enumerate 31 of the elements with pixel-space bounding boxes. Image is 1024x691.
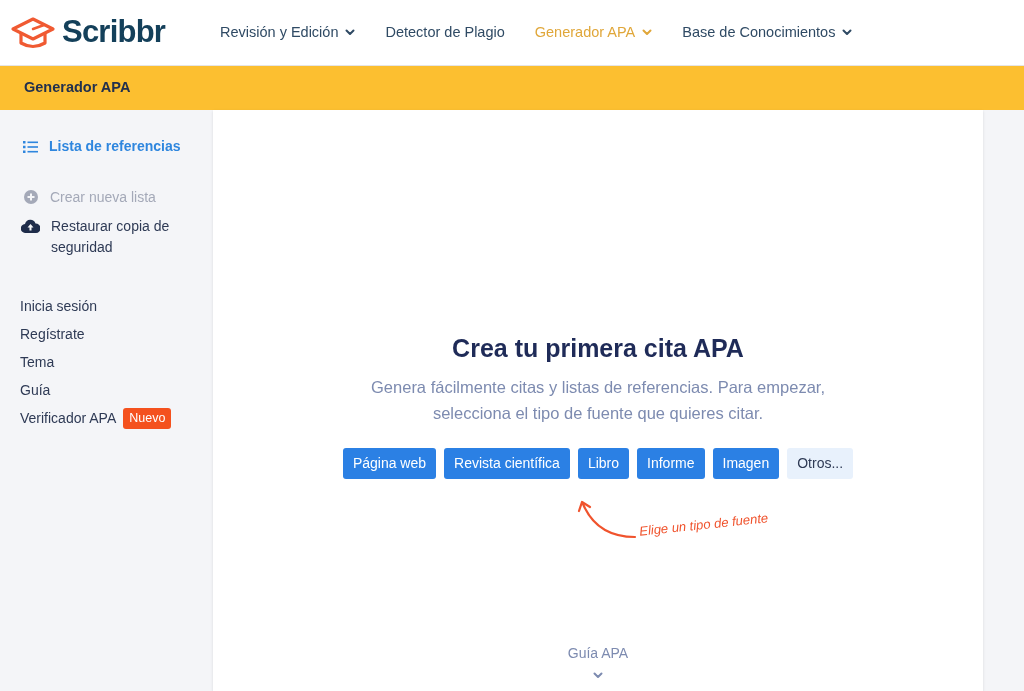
source-type-button[interactable]: Página web — [342, 447, 437, 479]
curved-arrow-drawing — [577, 498, 638, 541]
chevron-down-icon — [642, 29, 653, 36]
chevron-down-icon — [842, 29, 853, 36]
nav-link[interactable]: Base de Conocimientos — [682, 21, 853, 44]
new-badge: Nuevo — [123, 408, 172, 429]
hint-text: Elige un tipo de fuente — [638, 509, 770, 541]
source-type-button[interactable]: Otros... — [787, 447, 854, 479]
sidebar-link[interactable]: Tema — [20, 352, 55, 373]
chevron-down-icon — [345, 29, 356, 36]
logo-wordmark[interactable]: Scribbr — [62, 9, 166, 56]
sidebar-link[interactable]: Regístrate — [20, 324, 85, 345]
sidebar-link[interactable]: Inicia sesión — [20, 296, 98, 317]
sidebar-link[interactable]: Guía — [20, 380, 51, 401]
plus-circle-icon — [23, 189, 39, 205]
guide-link[interactable]: Guía APA — [567, 643, 629, 664]
graduation-cap-logo-icon — [10, 14, 56, 51]
cloud-upload-icon — [21, 219, 40, 233]
source-type-button[interactable]: Libro — [577, 447, 630, 479]
source-type-button[interactable]: Informe — [637, 447, 705, 479]
sidebar-action[interactable]: Restaurar copia de seguridad — [20, 216, 213, 258]
nav-link[interactable]: Revisión y Edición — [220, 21, 356, 44]
page-subtitle: Genera fácilmente citas y listas de referencias. Para empezar, selecciona el tipo de fuente que quieres citar. — [370, 376, 826, 424]
list-icon — [23, 140, 38, 153]
sidebar-link[interactable]: Verificador APA — [20, 408, 117, 429]
nav-link[interactable]: Detector de Plagio — [385, 21, 505, 44]
page-heading: Crea tu primera cita APA — [452, 333, 744, 364]
source-type-button[interactable]: Imagen — [712, 447, 780, 479]
chevron-down-icon — [593, 672, 603, 679]
banner-title: Generador APA — [24, 78, 131, 98]
source-type-button[interactable]: Revista científica — [444, 447, 570, 479]
